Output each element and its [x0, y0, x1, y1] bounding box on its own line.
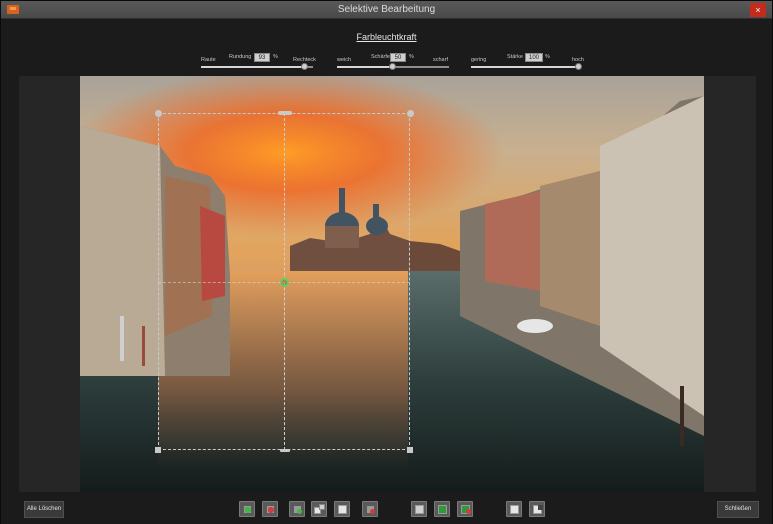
mask-view-icon	[415, 505, 424, 514]
rundung-unit: %	[273, 54, 278, 60]
title-bar[interactable]: Selektive Bearbeitung ×	[1, 1, 772, 19]
window-close-button[interactable]: ×	[750, 3, 766, 17]
green-view-icon	[438, 505, 447, 514]
close-button[interactable]: Schließen	[717, 501, 759, 518]
edit-selection-button[interactable]	[289, 501, 305, 517]
overlay-view-button[interactable]	[457, 501, 473, 517]
save-mask-icon	[510, 505, 519, 514]
selective-edit-window: Selektive Bearbeitung × Farbleuchtkraft …	[0, 0, 773, 524]
schaerfe-slider-fill	[337, 66, 393, 68]
delete-red-dot-icon	[370, 509, 375, 514]
rundung-min-label: Raute	[201, 57, 216, 63]
rundung-slider-thumb[interactable]	[301, 63, 309, 70]
copy-second-page-icon	[319, 504, 325, 510]
paste-selection-button[interactable]	[334, 501, 350, 517]
add-red-selection-button[interactable]	[262, 501, 278, 517]
window-title: Selektive Bearbeitung	[337, 4, 436, 15]
selection-handle-bottom-center[interactable]	[280, 449, 290, 452]
paste-selection-icon	[338, 505, 347, 514]
schaerfe-min-label: weich	[337, 57, 352, 63]
schaerfe-unit: %	[409, 54, 414, 60]
clear-all-button[interactable]: Alle Löschen	[24, 501, 64, 518]
selection-handle-top-center[interactable]	[278, 111, 292, 115]
selection-center-point[interactable]	[280, 278, 289, 287]
schaerfe-value-input[interactable]: 50	[390, 53, 406, 62]
rundung-value-input[interactable]: 93	[254, 53, 270, 62]
green-dot-icon	[245, 507, 251, 513]
staerke-control: gering Stärke 100 % hoch	[471, 52, 585, 70]
staerke-min-label: gering	[471, 57, 487, 63]
selection-handle-bottom-right[interactable]	[407, 447, 413, 453]
mask-view-button[interactable]	[411, 501, 427, 517]
delete-selection-button[interactable]	[362, 501, 378, 517]
rundung-name-label: Rundung	[229, 54, 252, 60]
schaerfe-control: weich Schärfe 50 % scharf	[337, 52, 451, 70]
green-view-button[interactable]	[434, 501, 450, 517]
selection-handle-top-right[interactable]	[407, 110, 414, 117]
load-arrow-icon	[538, 505, 543, 510]
load-mask-button[interactable]	[529, 501, 545, 517]
rundung-control: Raute Rundung 93 % Rechteck	[201, 52, 319, 70]
bottom-toolbar	[1, 493, 772, 524]
selection-handle-bottom-left[interactable]	[155, 447, 161, 453]
staerke-unit: %	[545, 54, 550, 60]
filter-heading: Farbleuchtkraft	[356, 32, 417, 42]
staerke-value-input[interactable]: 100	[525, 53, 543, 62]
schaerfe-slider-thumb[interactable]	[389, 63, 396, 70]
schaerfe-name-label: Schärfe	[371, 54, 390, 60]
staerke-slider-thumb[interactable]	[575, 63, 582, 70]
red-dot-icon	[268, 507, 274, 513]
copy-selection-button[interactable]	[311, 501, 327, 517]
schaerfe-max-label: scharf	[433, 57, 448, 63]
selection-handle-top-left[interactable]	[155, 110, 162, 117]
staerke-slider-fill	[471, 66, 579, 68]
edit-green-dot-icon	[297, 509, 302, 514]
rundung-slider-fill	[201, 66, 306, 68]
overlay-red-dot-icon	[466, 509, 471, 514]
save-mask-button[interactable]	[506, 501, 522, 517]
add-green-selection-button[interactable]	[239, 501, 255, 517]
staerke-name-label: Stärke	[507, 54, 523, 60]
